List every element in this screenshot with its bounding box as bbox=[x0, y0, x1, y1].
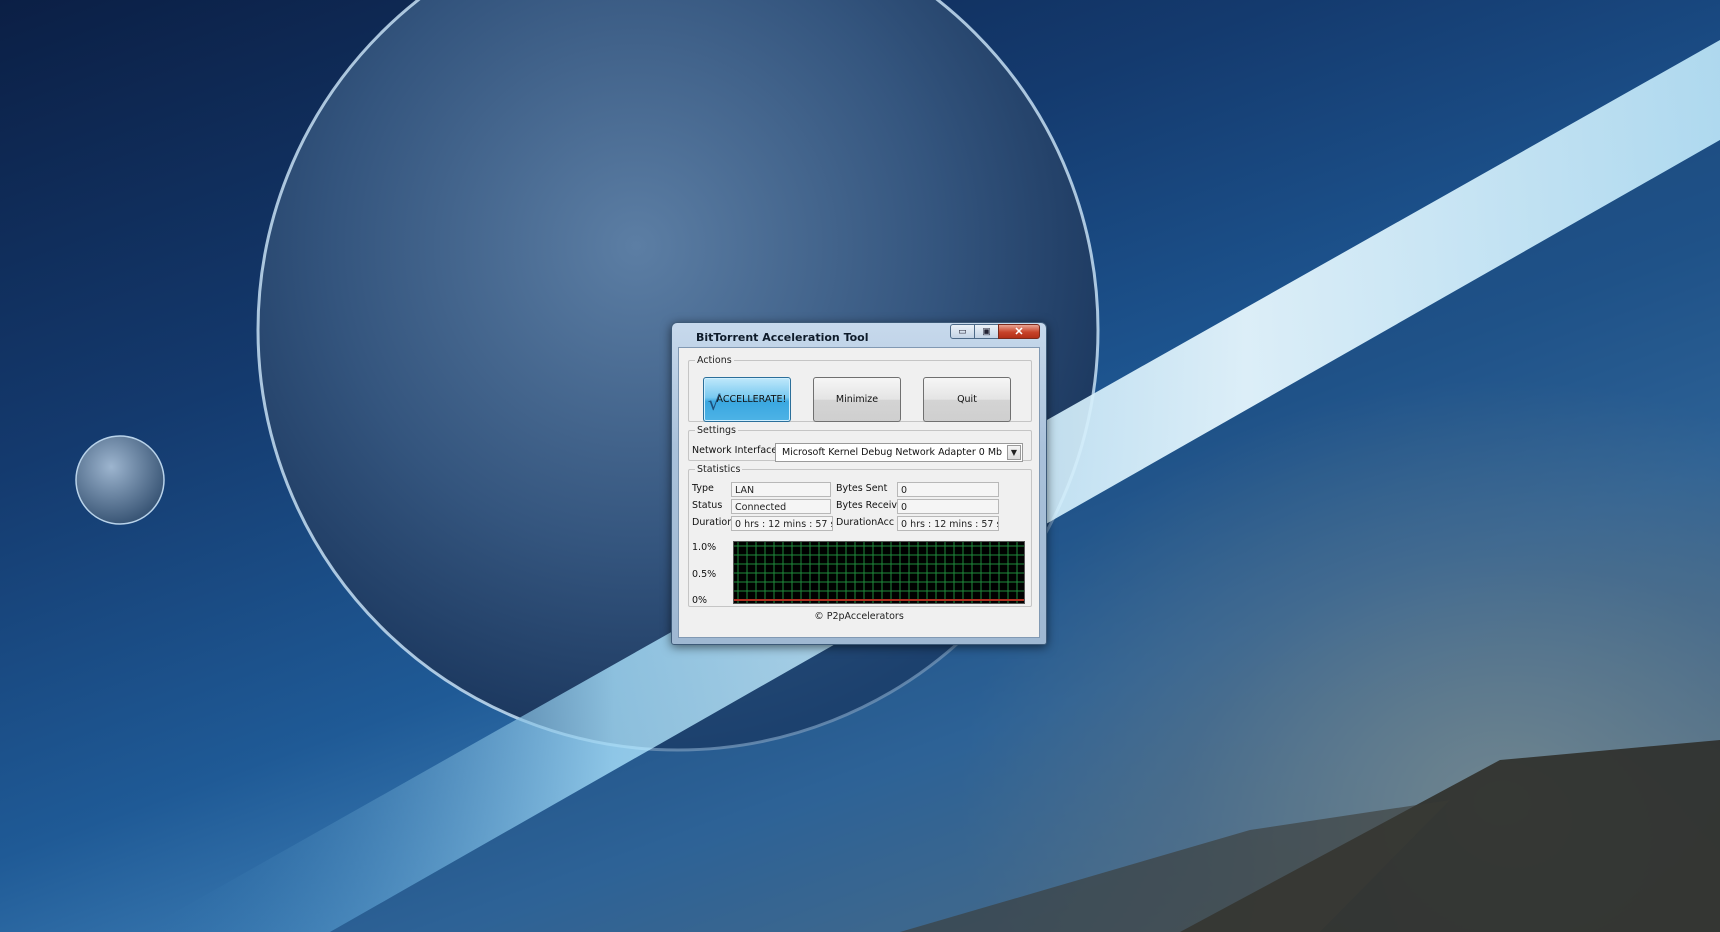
maximize-window-button[interactable]: ▣ bbox=[974, 324, 999, 339]
copyright-footer: © P2pAccelerators bbox=[814, 611, 904, 622]
title-bar[interactable]: BitTorrent Acceleration Tool ▭ ▣ ✕ bbox=[672, 323, 1046, 347]
window-client-area: Actions √ ACCELLERATE! Minimize Quit Set… bbox=[678, 347, 1040, 638]
minimize-button-label: Minimize bbox=[835, 394, 879, 405]
status-value: Connected bbox=[731, 499, 831, 514]
minimize-window-button[interactable]: ▭ bbox=[950, 324, 975, 339]
close-window-button[interactable]: ✕ bbox=[998, 324, 1040, 339]
accelerate-button[interactable]: √ ACCELLERATE! bbox=[703, 377, 791, 422]
activity-graph bbox=[733, 541, 1025, 604]
duration-value: 0 hrs : 12 mins : 57 secs bbox=[731, 516, 833, 531]
settings-group: Settings Network Interface Microsoft Ker… bbox=[688, 425, 1032, 462]
chevron-down-icon[interactable]: ▼ bbox=[1007, 445, 1021, 460]
status-label: Status bbox=[692, 500, 723, 511]
bytes-received-value: 0 bbox=[897, 499, 999, 514]
minimize-button[interactable]: Minimize bbox=[813, 377, 901, 422]
network-interface-label: Network Interface bbox=[692, 445, 778, 456]
accelerate-button-label: ACCELLERATE! bbox=[716, 394, 787, 405]
graph-tick-mid: 0.5% bbox=[692, 569, 717, 580]
quit-button-label: Quit bbox=[957, 394, 977, 405]
graph-tick-max: 1.0% bbox=[692, 542, 717, 553]
app-window: BitTorrent Acceleration Tool ▭ ▣ ✕ Actio… bbox=[671, 322, 1047, 645]
window-title: BitTorrent Acceleration Tool bbox=[696, 331, 869, 344]
network-interface-select[interactable]: Microsoft Kernel Debug Network Adapter 0… bbox=[775, 443, 1023, 462]
activity-graph-canvas bbox=[734, 542, 1024, 603]
statistics-group: Statistics Type LAN Bytes Sent 0 Status … bbox=[688, 464, 1032, 607]
caption-buttons: ▭ ▣ ✕ bbox=[950, 324, 1040, 339]
duration-acc-label: DurationAcc bbox=[836, 517, 895, 528]
type-label: Type bbox=[692, 483, 714, 494]
duration-label: Duration bbox=[692, 517, 734, 528]
quit-button[interactable]: Quit bbox=[923, 377, 1011, 422]
type-value: LAN bbox=[731, 482, 831, 497]
bytes-sent-label: Bytes Sent bbox=[836, 483, 888, 494]
actions-legend: Actions bbox=[697, 355, 732, 366]
network-interface-value: Microsoft Kernel Debug Network Adapter 0… bbox=[782, 447, 1003, 458]
statistics-legend: Statistics bbox=[697, 464, 741, 475]
actions-group: Actions √ ACCELLERATE! Minimize Quit bbox=[688, 355, 1032, 422]
moon bbox=[75, 435, 165, 525]
graph-tick-min: 0% bbox=[692, 595, 708, 606]
bytes-sent-value: 0 bbox=[897, 482, 999, 497]
duration-acc-value: 0 hrs : 12 mins : 57 secs bbox=[897, 516, 999, 531]
settings-legend: Settings bbox=[697, 425, 736, 436]
